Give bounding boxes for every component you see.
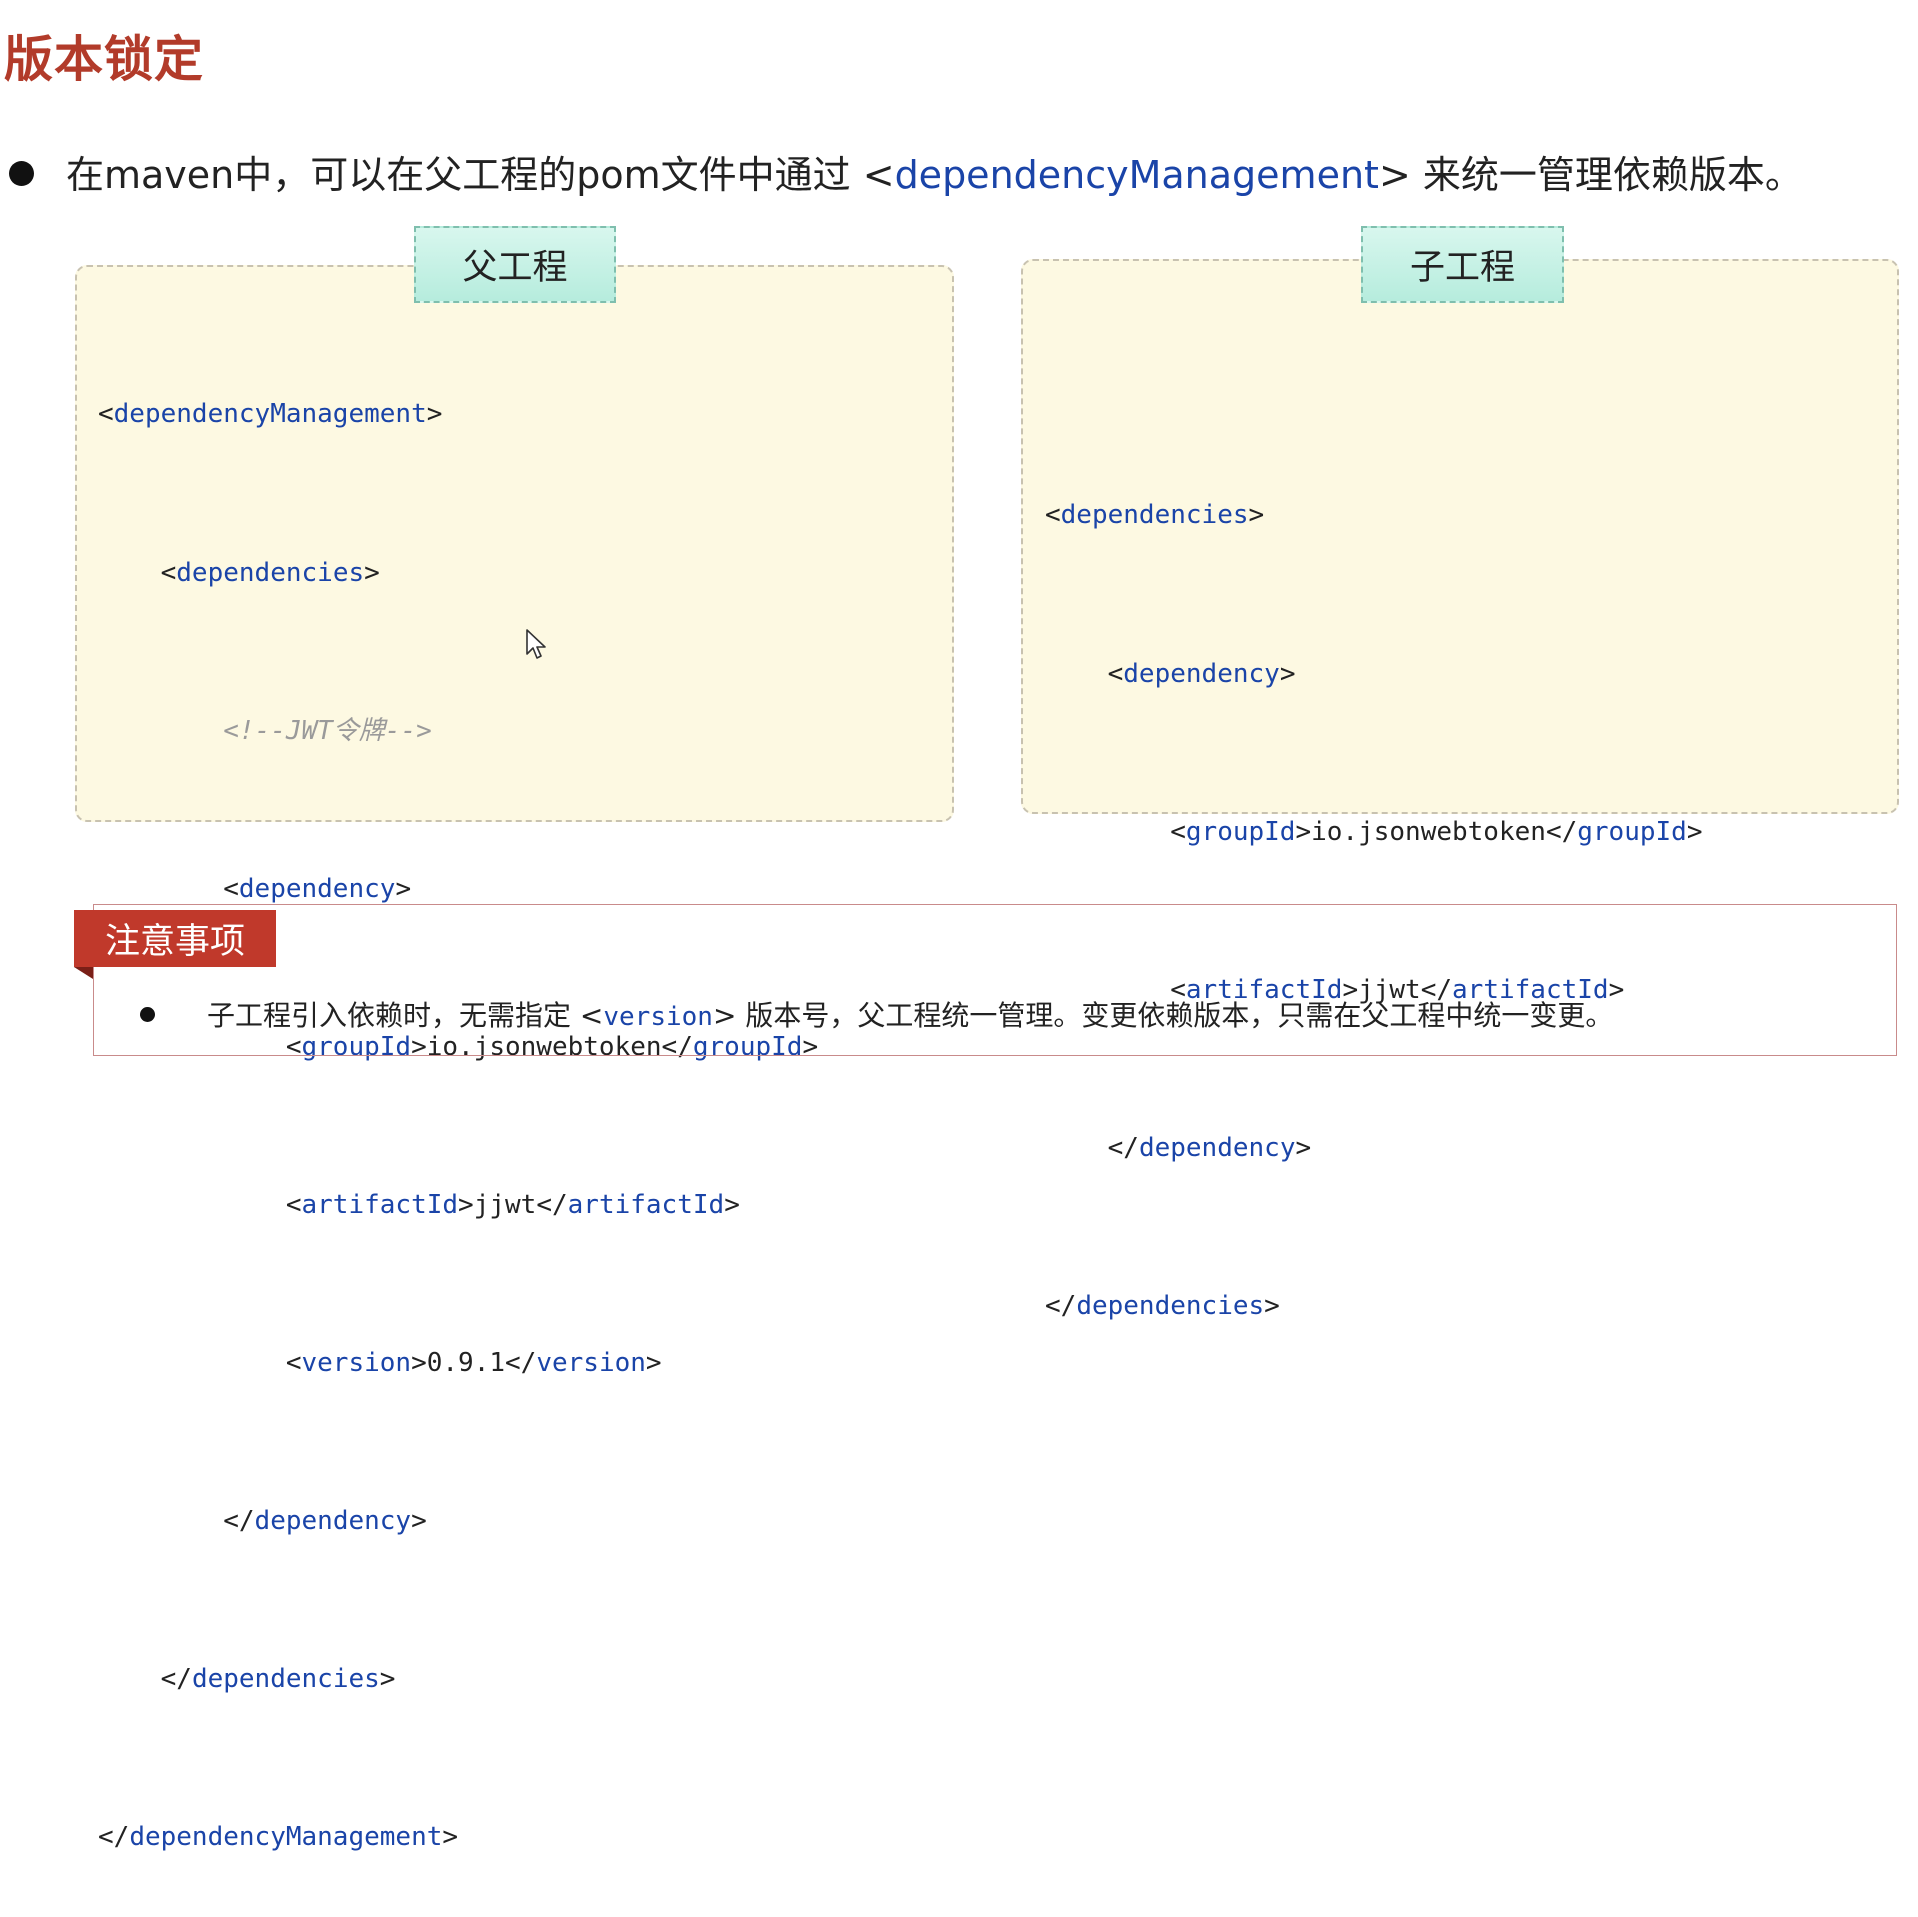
intro-text-before: 在maven中，可以在父工程的pom文件中通过 <: [66, 153, 895, 197]
code-line: </dependency>: [1107, 1132, 1312, 1163]
mouse-pointer-icon: [526, 629, 546, 659]
note-header: 注意事项: [74, 910, 276, 967]
child-code-block: <dependencies> <dependency> <groupId>io.…: [1045, 384, 1702, 1385]
note-header-fold: [74, 967, 93, 979]
intro-keyword: dependencyManagement: [894, 153, 1379, 197]
code-line: </dependency>: [223, 1506, 427, 1537]
code-line: </dependencies>: [1045, 1290, 1280, 1321]
code-line: <dependency>: [1107, 658, 1296, 689]
intro-text-after: > 来统一管理依赖版本。: [1378, 153, 1803, 197]
bullet-dot-icon: [9, 161, 34, 186]
note-text-after: > 版本号，父工程统一管理。变更依赖版本，只需在父工程中统一变更。: [712, 999, 1614, 1032]
code-line: </dependencies>: [160, 1664, 396, 1695]
parent-code-block: <dependencyManagement> <dependencies> <!…: [98, 283, 818, 1917]
code-line: <version>0.9.1</version>: [285, 1347, 662, 1378]
code-line: <dependencyManagement>: [98, 399, 443, 430]
note-text-before: 子工程引入依赖时，无需指定 <: [207, 999, 604, 1032]
code-line: <dependencies>: [160, 557, 380, 588]
note-keyword: version: [603, 1002, 713, 1032]
code-line: <dependencies>: [1045, 500, 1265, 531]
code-comment-line: <!--JWT令牌-->: [223, 715, 432, 746]
note-text: 子工程引入依赖时，无需指定 <version> 版本号，父工程统一管理。变更依赖…: [140, 994, 1613, 1034]
intro-bullet: 在maven中，可以在父工程的pom文件中通过 <dependencyManag…: [0, 144, 1803, 199]
bullet-dot-icon: [140, 1006, 155, 1022]
code-line: </dependencyManagement>: [98, 1822, 459, 1853]
page-title: 版本锁定: [4, 31, 205, 88]
code-line: <groupId>io.jsonwebtoken</groupId>: [1170, 816, 1703, 847]
code-line: <artifactId>jjwt</artifactId>: [285, 1189, 740, 1220]
child-tab-label: 子工程: [1361, 226, 1564, 303]
